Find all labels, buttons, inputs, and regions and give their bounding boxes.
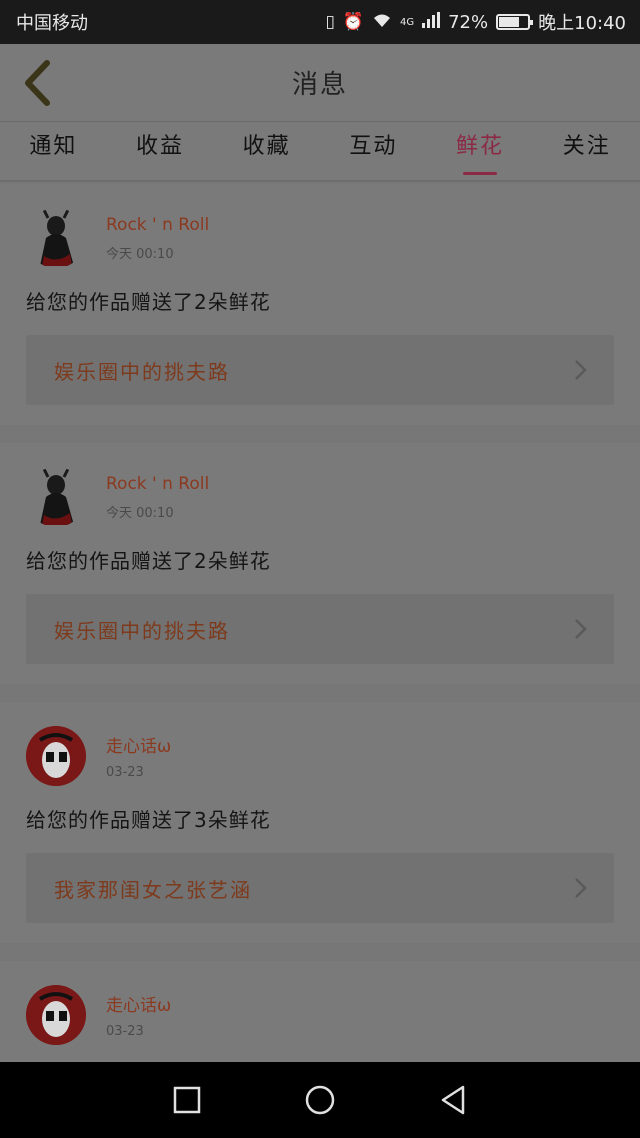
work-title: 我家那闺女之张艺涵 xyxy=(54,877,252,902)
vibrate-icon: ▯ xyxy=(325,12,335,32)
message-list: Rock ' n Roll 今天 00:10 给您的作品赠送了2朵鲜花 娱乐圈中… xyxy=(0,184,640,1062)
message-time: 今天 00:10 xyxy=(106,505,174,521)
user-meta: Rock ' n Roll 今天 00:10 xyxy=(106,474,209,521)
status-bar: 中国移动 ▯ ⏰ 4G 72% 晚上10:40 xyxy=(0,0,640,44)
username[interactable]: Rock ' n Roll xyxy=(106,215,209,235)
user-meta: 走心话ω 03-23 xyxy=(106,732,171,780)
message-text: 给您的作品赠送了2朵鲜花 xyxy=(26,549,271,573)
work-link[interactable]: 娱乐圈中的挑夫路 xyxy=(26,335,614,405)
alarm-icon: ⏰ xyxy=(342,12,364,32)
work-title: 娱乐圈中的挑夫路 xyxy=(54,618,230,643)
back-nav-button[interactable] xyxy=(433,1080,473,1120)
wifi-icon xyxy=(372,12,392,33)
header: 消息 xyxy=(0,44,640,122)
message-card: Rock ' n Roll 今天 00:10 给您的作品赠送了2朵鲜花 娱乐圈中… xyxy=(0,443,640,684)
tab-follow[interactable]: 关注 xyxy=(533,121,640,181)
message-text: 给您的作品赠送了3朵鲜花 xyxy=(26,808,271,832)
work-link[interactable]: 娱乐圈中的挑夫路 xyxy=(26,594,614,664)
user-meta: 走心话ω 03-23 xyxy=(106,991,171,1039)
square-icon xyxy=(173,1086,200,1114)
username[interactable]: 走心话ω xyxy=(106,732,171,757)
card-header: Rock ' n Roll 今天 00:10 xyxy=(26,465,614,529)
message-time: 今天 00:10 xyxy=(106,246,174,262)
battery-icon xyxy=(496,14,534,30)
back-triangle-icon xyxy=(442,1085,465,1115)
carrier-label: 中国移动 xyxy=(16,13,88,34)
chevron-right-icon xyxy=(575,878,587,898)
avatar[interactable] xyxy=(26,467,86,527)
system-nav-bar xyxy=(0,1062,640,1138)
signal-icon xyxy=(422,11,441,33)
message-card: 走心话ω 03-23 给您的作品赠送了3朵鲜花 我家那闺女之张艺涵 xyxy=(0,702,640,943)
clock: 晚上10:40 xyxy=(538,13,626,34)
message-time: 03-23 xyxy=(106,765,144,780)
battery-fill xyxy=(499,17,520,27)
tab-notice[interactable]: 通知 xyxy=(0,121,107,181)
chevron-right-icon xyxy=(575,360,587,380)
tab-bar: 通知 收益 收藏 互动 鲜花 关注 xyxy=(0,122,640,182)
work-title: 娱乐圈中的挑夫路 xyxy=(54,359,230,384)
username[interactable]: Rock ' n Roll xyxy=(106,474,209,494)
back-button[interactable] xyxy=(14,56,60,110)
battery-percent: 72% xyxy=(448,11,489,33)
tab-earnings[interactable]: 收益 xyxy=(107,121,214,181)
message-time: 03-23 xyxy=(106,1024,144,1039)
avatar[interactable] xyxy=(26,726,86,786)
recent-apps-button[interactable] xyxy=(167,1080,207,1120)
username[interactable]: 走心话ω xyxy=(106,991,171,1016)
tab-flowers[interactable]: 鲜花 xyxy=(427,121,534,181)
message-card: 走心话ω 03-23 xyxy=(0,961,640,1062)
tab-interaction[interactable]: 互动 xyxy=(320,121,427,181)
card-header: 走心话ω 03-23 xyxy=(26,724,614,788)
work-link[interactable]: 我家那闺女之张艺涵 xyxy=(26,853,614,923)
avatar[interactable] xyxy=(26,208,86,268)
status-icons: ▯ ⏰ 4G 72% 晚上10:40 xyxy=(325,9,626,35)
circle-icon xyxy=(305,1085,335,1115)
page-title: 消息 xyxy=(291,70,348,100)
message-card: Rock ' n Roll 今天 00:10 给您的作品赠送了2朵鲜花 娱乐圈中… xyxy=(0,184,640,425)
tab-favorites[interactable]: 收藏 xyxy=(213,121,320,181)
chevron-left-icon xyxy=(25,60,50,106)
avatar[interactable] xyxy=(26,985,86,1045)
chevron-right-icon xyxy=(575,619,587,639)
card-header: Rock ' n Roll 今天 00:10 xyxy=(26,206,614,270)
home-button[interactable] xyxy=(300,1080,340,1120)
user-meta: Rock ' n Roll 今天 00:10 xyxy=(106,215,209,262)
message-text: 给您的作品赠送了2朵鲜花 xyxy=(26,290,271,314)
network-label: 4G xyxy=(399,16,415,28)
card-header: 走心话ω 03-23 xyxy=(26,983,614,1047)
messages-screen: 中国移动 ▯ ⏰ 4G 72% 晚上10:40 消息 通知 收益 收藏 互动 鲜… xyxy=(0,0,640,1138)
